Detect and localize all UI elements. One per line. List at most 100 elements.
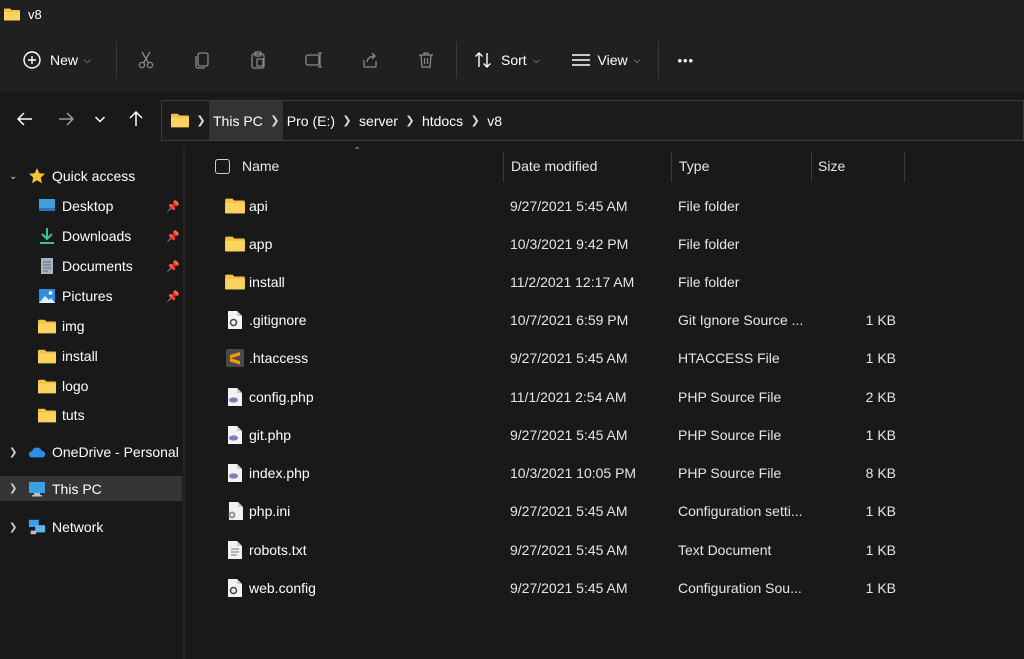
column-divider[interactable]: [503, 152, 504, 182]
settings-file-icon: [225, 501, 245, 521]
sidebar-item-tuts[interactable]: tuts: [0, 402, 182, 428]
pin-icon[interactable]: 📌: [166, 260, 180, 273]
address-row: ❯ This PC ❯ Pro (E:) ❯ server ❯ htdocs ❯…: [0, 92, 1024, 148]
view-label: View: [597, 52, 628, 68]
file-row[interactable]: php.ini 9/27/2021 5:45 AM Configuration …: [185, 492, 1024, 530]
file-row[interactable]: .htaccess 9/27/2021 5:45 AM HTACCESS Fil…: [185, 339, 1024, 377]
folder-icon: [171, 113, 189, 128]
pin-icon[interactable]: 📌: [166, 290, 180, 303]
breadcrumb-chevron-icon[interactable]: ❯: [193, 114, 209, 127]
pin-icon[interactable]: 📌: [166, 200, 180, 213]
sidebar-item-quick-access[interactable]: ⌄ Quick access: [0, 163, 182, 189]
file-row[interactable]: index.php 10/3/2021 10:05 PM PHP Source …: [185, 454, 1024, 492]
breadcrumb-chevron-icon[interactable]: ❯: [467, 114, 483, 127]
column-divider[interactable]: [811, 152, 812, 182]
breadcrumb-htdocs[interactable]: htdocs ❯: [418, 101, 483, 140]
php-file-icon: [225, 463, 245, 483]
file-list: ⌃ Name Date modified Type Size api 9/27/…: [185, 146, 1024, 659]
recent-locations-button[interactable]: [87, 102, 113, 136]
document-icon: [38, 257, 56, 275]
select-all-checkbox[interactable]: [215, 159, 230, 174]
column-divider[interactable]: [904, 152, 905, 182]
chevron-down-icon[interactable]: ⌄: [9, 171, 17, 182]
chevron-right-icon[interactable]: ❯: [9, 522, 17, 533]
file-row[interactable]: app 10/3/2021 9:42 PM File folder: [185, 225, 1024, 263]
gear-file-icon: [225, 310, 245, 330]
breadcrumb-this-pc[interactable]: This PC ❯: [209, 101, 283, 140]
pin-icon[interactable]: 📌: [166, 230, 180, 243]
back-button[interactable]: [10, 102, 40, 136]
breadcrumb-chevron-icon[interactable]: ❯: [402, 114, 418, 127]
column-header-size[interactable]: Size: [818, 148, 898, 184]
breadcrumb-chevron-icon[interactable]: ❯: [267, 114, 283, 127]
column-header-row: ⌃ Name Date modified Type Size: [185, 146, 1024, 184]
new-button[interactable]: New ⌵: [14, 40, 102, 80]
file-row[interactable]: git.php 9/27/2021 5:45 AM PHP Source Fil…: [185, 416, 1024, 454]
folder-icon: [38, 406, 56, 424]
sidebar-item-pictures[interactable]: Pictures 📌: [0, 283, 182, 309]
breadcrumb-drive[interactable]: Pro (E:) ❯: [283, 101, 355, 140]
chevron-right-icon[interactable]: ❯: [9, 483, 17, 494]
breadcrumb-server[interactable]: server ❯: [355, 101, 418, 140]
rename-button[interactable]: [294, 40, 334, 80]
desktop-icon: [38, 197, 56, 215]
file-row[interactable]: install 11/2/2021 12:17 AM File folder: [185, 263, 1024, 301]
forward-button[interactable]: [51, 102, 81, 136]
breadcrumb-v8[interactable]: v8: [483, 101, 506, 140]
download-icon: [38, 227, 56, 245]
text-file-icon: [225, 540, 245, 560]
column-header-date[interactable]: Date modified: [511, 148, 671, 184]
sidebar-item-install[interactable]: install: [0, 343, 182, 369]
folder-icon: [38, 377, 56, 395]
trash-icon: [406, 40, 446, 80]
new-label: New: [50, 52, 79, 68]
plus-circle-icon: [14, 40, 50, 80]
file-row[interactable]: web.config 9/27/2021 5:45 AM Configurati…: [185, 569, 1024, 607]
chevron-down-icon: [94, 116, 106, 123]
pictures-icon: [38, 287, 56, 305]
navigation-pane: ⌄ Quick access Desktop 📌 Downloads 📌 Doc…: [0, 148, 183, 659]
view-button[interactable]: View ⌵: [564, 40, 641, 80]
arrow-up-icon: [129, 110, 143, 126]
more-button[interactable]: •••: [677, 40, 694, 80]
chevron-down-icon: ⌵: [84, 54, 91, 65]
up-button[interactable]: [121, 102, 151, 136]
file-row[interactable]: api 9/27/2021 5:45 AM File folder: [185, 187, 1024, 225]
address-bar[interactable]: ❯ This PC ❯ Pro (E:) ❯ server ❯ htdocs ❯…: [161, 100, 1024, 141]
sort-label: Sort: [501, 52, 527, 68]
column-divider[interactable]: [671, 152, 672, 182]
command-bar: New ⌵ Sort ⌵ View ⌵ •••: [0, 28, 1024, 92]
cloud-icon: [28, 443, 46, 461]
column-header-type[interactable]: Type: [679, 148, 809, 184]
sidebar-item-onedrive[interactable]: ❯ OneDrive - Personal: [0, 439, 182, 465]
column-header-name[interactable]: Name: [242, 148, 500, 184]
share-button[interactable]: [350, 40, 390, 80]
sidebar-item-img[interactable]: img: [0, 313, 182, 339]
copy-icon: [182, 40, 222, 80]
chevron-right-icon[interactable]: ❯: [9, 447, 17, 458]
folder-icon: [38, 317, 56, 335]
sort-button[interactable]: Sort ⌵: [465, 40, 540, 80]
arrow-right-icon: [59, 112, 75, 126]
sidebar-item-desktop[interactable]: Desktop 📌: [0, 193, 182, 219]
sidebar-item-downloads[interactable]: Downloads 📌: [0, 223, 182, 249]
file-row[interactable]: robots.txt 9/27/2021 5:45 AM Text Docume…: [185, 531, 1024, 569]
folder-icon: [225, 196, 245, 216]
delete-button[interactable]: [406, 40, 446, 80]
file-row[interactable]: config.php 11/1/2021 2:54 AM PHP Source …: [185, 378, 1024, 416]
sidebar-item-logo[interactable]: logo: [0, 373, 182, 399]
sidebar-item-documents[interactable]: Documents 📌: [0, 253, 182, 279]
sidebar-item-this-pc[interactable]: ❯ This PC: [0, 476, 182, 501]
sort-icon: [465, 40, 501, 80]
cut-button[interactable]: [126, 40, 166, 80]
paste-button[interactable]: [238, 40, 278, 80]
rename-icon: [294, 40, 334, 80]
file-row[interactable]: .gitignore 10/7/2021 6:59 PM Git Ignore …: [185, 301, 1024, 339]
breadcrumb-chevron-icon[interactable]: ❯: [339, 114, 355, 127]
computer-icon: [28, 480, 46, 498]
php-file-icon: [225, 387, 245, 407]
sidebar-item-network[interactable]: ❯ Network: [0, 514, 182, 540]
php-file-icon: [225, 425, 245, 445]
chevron-down-icon: ⌵: [633, 54, 641, 65]
copy-button[interactable]: [182, 40, 222, 80]
